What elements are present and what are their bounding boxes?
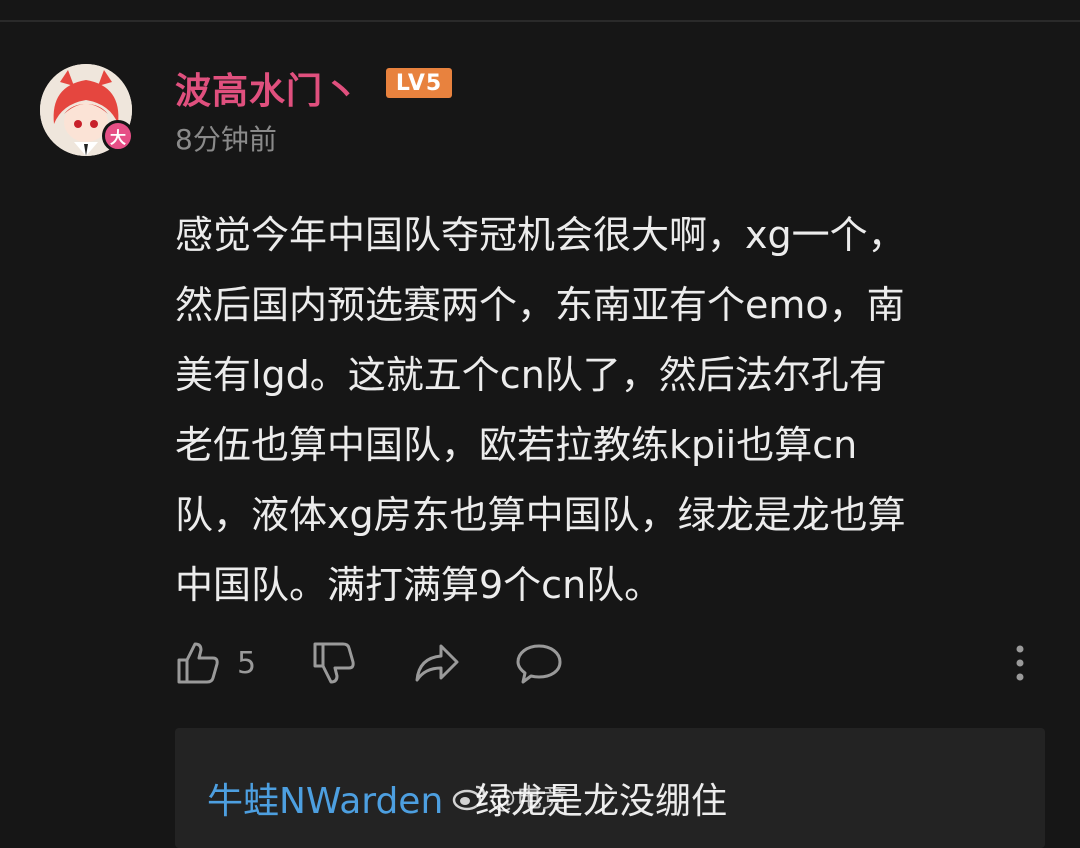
- comment-line: 队，液体xg房东也算中国队，绿龙是龙也算: [175, 493, 906, 537]
- timestamp: 8分钟前: [175, 123, 277, 156]
- dislike-button[interactable]: [311, 640, 357, 686]
- reply-author[interactable]: 牛蛙NWarden: [207, 772, 443, 824]
- more-vertical-icon: [1016, 645, 1024, 681]
- share-icon: [415, 644, 459, 682]
- comment-line: 中国队。满打满算9个cn队。: [175, 563, 663, 607]
- comment-line: 感觉今年中国队夺冠机会很大啊，xg一个，: [175, 213, 906, 257]
- more-options-button[interactable]: [1005, 640, 1035, 686]
- comment-line: 美有lgd。这就五个cn队了，然后法尔孔有: [175, 353, 887, 397]
- thumbs-up-icon: [177, 642, 219, 684]
- watermark-text: @电竞: [490, 784, 569, 814]
- thumbs-down-icon: [313, 642, 355, 684]
- comment-body: 感觉今年中国队夺冠机会很大啊，xg一个， 然后国内预选赛两个，东南亚有个emo，…: [175, 200, 1045, 620]
- username[interactable]: 波高水门丶: [175, 62, 360, 114]
- comment-icon: [516, 644, 562, 684]
- like-count: 5: [237, 645, 257, 681]
- top-divider: [0, 20, 1080, 22]
- watermark: @电竞: [452, 778, 568, 815]
- reply-preview[interactable]: 牛蛙NWarden 绿龙是龙没绷住: [175, 728, 1045, 848]
- weibo-logo-icon: [452, 785, 486, 810]
- reply-button[interactable]: [515, 640, 563, 686]
- like-button[interactable]: 5: [175, 640, 256, 686]
- share-button[interactable]: [413, 640, 461, 686]
- avatar-badge: 大: [102, 120, 134, 152]
- action-bar: 5: [175, 640, 1045, 696]
- level-tag: LV5: [386, 68, 452, 98]
- comment-line: 老伍也算中国队，欧若拉教练kpii也算cn: [175, 423, 858, 467]
- comment-line: 然后国内预选赛两个，东南亚有个emo，南: [175, 283, 905, 327]
